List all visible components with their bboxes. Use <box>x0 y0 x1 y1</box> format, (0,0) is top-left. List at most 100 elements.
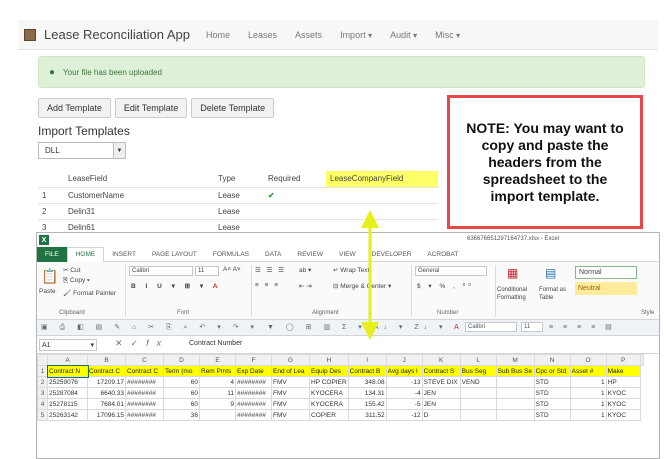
column-header-i[interactable]: I <box>347 354 387 366</box>
data-cell[interactable]: 1 <box>569 387 607 399</box>
row-header[interactable]: 3 <box>37 387 48 399</box>
tab-view[interactable]: VIEW <box>331 247 364 262</box>
header-cell[interactable]: Contract B <box>347 365 387 377</box>
row-company-field[interactable] <box>326 186 438 203</box>
copy-button[interactable]: ⎘ Copy ▾ <box>63 277 90 285</box>
data-cell[interactable]: 11 <box>199 387 236 399</box>
align-top-icons[interactable]: ☰ ☰ ☰ <box>255 266 286 274</box>
number-format-box[interactable]: General <box>415 266 487 276</box>
data-cell[interactable]: ######## <box>235 398 272 410</box>
nav-home[interactable]: Home <box>206 30 230 40</box>
data-cell[interactable]: 9 <box>199 398 236 410</box>
row-header[interactable]: 1 <box>37 365 48 377</box>
data-cell[interactable]: 134.31 <box>347 387 387 399</box>
data-cell[interactable]: 311.52 <box>347 409 387 421</box>
column-header-p[interactable]: P <box>605 354 641 366</box>
data-cell[interactable]: 155.42 <box>347 398 387 410</box>
data-cell[interactable]: ######## <box>125 409 164 421</box>
qat-icons[interactable]: ▣ ⎙ ◧ ▤ ✎ ⌂ ✂ ⎘ ⌕ ↶ ▾ ↷ ▾ <box>41 323 259 332</box>
app-title[interactable]: Lease Reconciliation App <box>44 27 190 42</box>
tab-review[interactable]: REVIEW <box>289 247 331 262</box>
header-cell[interactable]: Asset # <box>569 365 607 377</box>
column-header-d[interactable]: D <box>163 354 200 366</box>
data-cell[interactable]: 1 <box>569 398 607 410</box>
data-cell[interactable] <box>459 409 497 421</box>
tab-page-layout[interactable]: PAGE LAYOUT <box>144 247 205 262</box>
data-cell[interactable]: KYOCERA <box>309 398 349 410</box>
nav-assets[interactable]: Assets <box>295 30 322 40</box>
data-cell[interactable]: 25259076 <box>47 376 88 388</box>
data-cell[interactable]: KYOC <box>605 387 641 399</box>
delete-template-button[interactable]: Delete Template <box>191 98 275 118</box>
data-cell[interactable]: 60 <box>163 387 200 399</box>
data-cell[interactable]: ######## <box>235 409 272 421</box>
data-cell[interactable]: STD <box>533 398 571 410</box>
data-cell[interactable]: STD <box>533 376 571 388</box>
nav-import[interactable]: Import ▾ <box>340 30 372 40</box>
column-header-o[interactable]: O <box>569 354 607 366</box>
cut-button[interactable]: ✂ Cut <box>63 266 80 274</box>
data-cell[interactable]: 36 <box>163 409 200 421</box>
font-size-box[interactable]: 11 <box>195 266 219 276</box>
conditional-formatting-button[interactable]: Conditional Formatting <box>497 286 537 302</box>
qat-font-box[interactable]: Calibri <box>465 322 517 332</box>
data-cell[interactable]: 348.08 <box>347 376 387 388</box>
nav-audit[interactable]: Audit ▾ <box>390 30 417 40</box>
paste-button[interactable]: Paste <box>39 288 56 295</box>
format-painter-button[interactable]: 🖌 Format Painter <box>63 289 116 297</box>
row-header[interactable]: 2 <box>37 376 48 388</box>
nav-misc[interactable]: Misc ▾ <box>435 30 460 40</box>
data-cell[interactable]: KYOC <box>605 409 641 421</box>
tab-data[interactable]: DATA <box>257 247 289 262</box>
data-cell[interactable]: HP <box>605 376 641 388</box>
edit-template-button[interactable]: Edit Template <box>114 98 188 118</box>
header-cell[interactable]: End of Lea <box>271 365 310 377</box>
data-cell[interactable]: 1 <box>569 409 607 421</box>
data-cell[interactable]: KYOC <box>605 398 641 410</box>
style-neutral[interactable]: Neutral <box>575 282 637 295</box>
column-header-l[interactable]: L <box>459 354 497 366</box>
data-cell[interactable]: FMV <box>271 409 310 421</box>
table-row[interactable]: 2 Delin31 Lease <box>38 202 438 219</box>
data-cell[interactable]: D <box>421 409 461 421</box>
tab-acrobat[interactable]: ACROBAT <box>419 247 466 262</box>
header-cell[interactable]: Cpc or Std <box>533 365 571 377</box>
font-grow-icon[interactable]: A˄ A˅ <box>223 266 241 273</box>
header-cell[interactable]: Exp Date <box>235 365 272 377</box>
data-cell[interactable]: 1 <box>569 376 607 388</box>
font-name-box[interactable]: Calibri <box>129 266 193 276</box>
column-header-c[interactable]: C <box>125 354 164 366</box>
data-cell[interactable]: 25287084 <box>47 387 88 399</box>
header-cell[interactable]: Contract C <box>125 365 164 377</box>
data-cell[interactable] <box>495 398 535 410</box>
column-header-j[interactable]: J <box>385 354 423 366</box>
header-cell[interactable]: Contract S <box>421 365 461 377</box>
formula-icons[interactable]: ✕✓fx <box>115 338 169 349</box>
data-cell[interactable]: -5 <box>385 398 423 410</box>
data-cell[interactable] <box>199 409 236 421</box>
qat-align-icons[interactable]: ≡ ≡ ≡ ≡ ▤ <box>549 323 616 331</box>
data-cell[interactable]: 17096.15 <box>87 409 126 421</box>
header-cell[interactable]: Equip Des <box>309 365 349 377</box>
data-cell[interactable]: VEND <box>459 376 497 388</box>
data-cell[interactable]: ######## <box>125 387 164 399</box>
column-header-m[interactable]: M <box>495 354 535 366</box>
data-cell[interactable]: 60 <box>163 398 200 410</box>
data-cell[interactable]: COPIER <box>309 409 349 421</box>
nav-leases[interactable]: Leases <box>248 30 277 40</box>
qat-icons-right[interactable]: ▼ ◯ ⊞ ▥ Σ ▾ A↓ ▾ Z↓ ▾ A <box>267 323 464 331</box>
indent-icons[interactable]: ⇤ ⇥ <box>299 282 312 290</box>
data-cell[interactable]: -12 <box>385 409 423 421</box>
data-cell[interactable]: FMV <box>271 387 310 399</box>
column-header-h[interactable]: H <box>309 354 349 366</box>
header-cell[interactable]: Bus Seg <box>459 365 497 377</box>
column-header-f[interactable]: F <box>235 354 272 366</box>
tab-developer[interactable]: DEVELOPER <box>364 247 420 262</box>
bold-italic-underline-buttons[interactable]: B I U ▾ ⊞ ▾ A <box>131 282 221 290</box>
header-cell[interactable]: Contract C <box>87 365 126 377</box>
data-cell[interactable]: STD <box>533 409 571 421</box>
column-header-k[interactable]: K <box>421 354 461 366</box>
data-cell[interactable] <box>495 409 535 421</box>
merge-center-button[interactable]: ⊟ Merge & Center ▾ <box>333 282 391 290</box>
data-cell[interactable]: -4 <box>385 387 423 399</box>
